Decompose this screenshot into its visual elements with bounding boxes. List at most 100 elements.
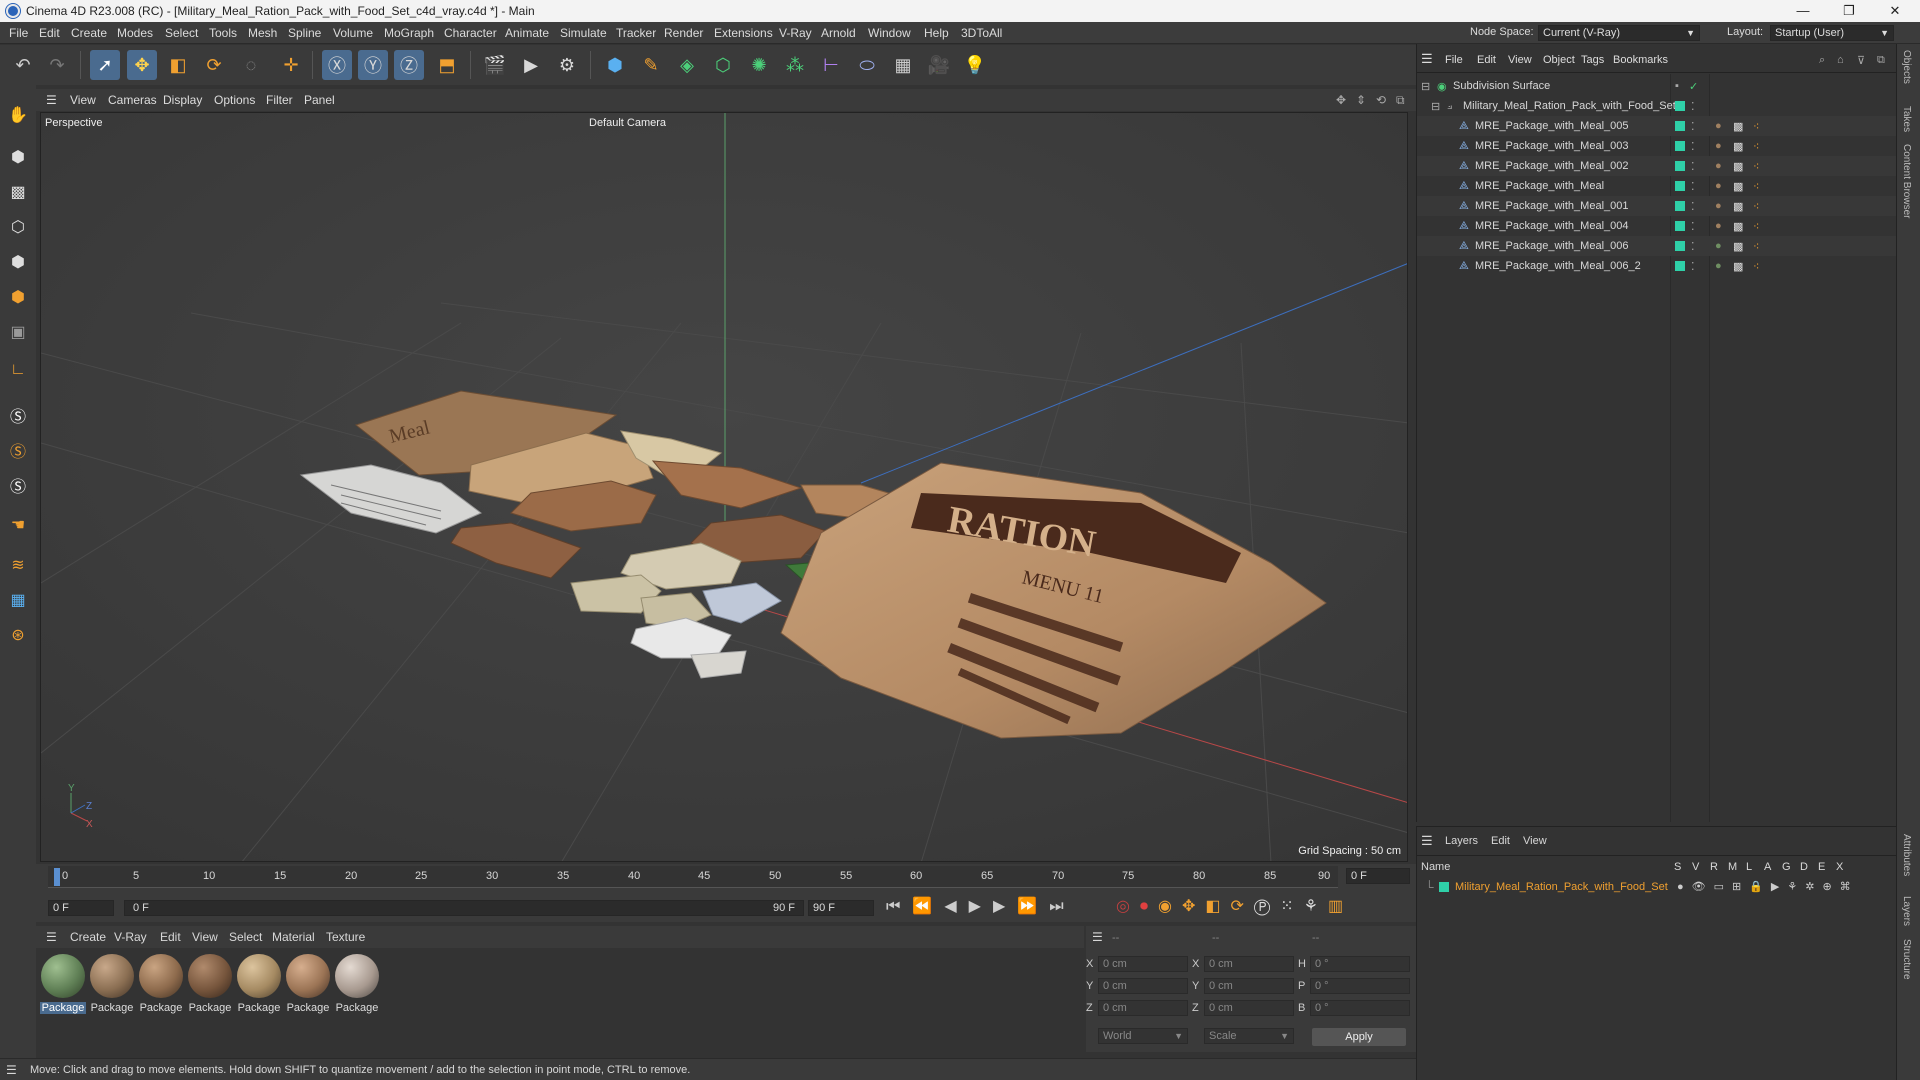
tab-content-browser[interactable]: Content Browser: [1901, 144, 1912, 218]
make-editable-icon[interactable]: ✋: [3, 100, 33, 130]
autokey-icon[interactable]: ⏺: [1140, 898, 1158, 915]
position-y-field[interactable]: 0 cm: [1098, 978, 1188, 994]
tree-item-child[interactable]: ⟁ MRE_Package_with_Meal ⁚ ● ▩ ⁖: [1417, 176, 1897, 196]
move-tool-icon[interactable]: ✥: [127, 50, 157, 80]
go-to-start-icon[interactable]: ⏮: [886, 898, 912, 915]
vray-tag-icon[interactable]: ⁖: [1753, 160, 1759, 173]
workplane-icon[interactable]: ≋: [3, 550, 33, 580]
menu-3dtoall[interactable]: 3DToAll: [961, 26, 1002, 40]
uvw-tag-icon[interactable]: ▩: [1733, 240, 1743, 253]
render-view-icon[interactable]: 🎬: [480, 50, 510, 80]
redo-icon[interactable]: ↷: [42, 50, 72, 80]
mat-menu-select[interactable]: Select: [229, 930, 262, 944]
start-frame-field[interactable]: 0 F: [48, 900, 114, 916]
tree-item-child[interactable]: ⟁ MRE_Package_with_Meal_001 ⁚ ● ▩ ⁖: [1417, 196, 1897, 216]
vray-tag-icon[interactable]: ⁖: [1753, 240, 1759, 253]
viewport-menu-view[interactable]: View: [70, 93, 96, 107]
layer-color-swatch[interactable]: [1675, 221, 1685, 231]
expand-icon[interactable]: ⊟: [1421, 80, 1430, 93]
filter-icon[interactable]: ⊽: [1857, 54, 1865, 67]
z-axis-lock-icon[interactable]: Ⓩ: [394, 50, 424, 80]
step-forward-icon[interactable]: ▶: [993, 898, 1017, 915]
hamburger-icon[interactable]: ☰: [1092, 930, 1103, 944]
visibility-dots-icon[interactable]: ⁚: [1691, 180, 1695, 193]
vray-tag-icon[interactable]: ⁖: [1753, 180, 1759, 193]
motion-system-icon[interactable]: ⚘: [1304, 898, 1328, 915]
layer-color-swatch[interactable]: [1675, 101, 1685, 111]
coordinate-space-select[interactable]: World ▼: [1098, 1028, 1188, 1044]
menu-modes[interactable]: Modes: [117, 26, 153, 40]
timeline-playhead[interactable]: [54, 868, 60, 886]
hamburger-icon[interactable]: ☰: [1421, 833, 1433, 849]
y-axis-lock-icon[interactable]: Ⓨ: [358, 50, 388, 80]
enabled-check-icon[interactable]: ✓: [1689, 80, 1698, 93]
material-swatch[interactable]: Package: [187, 954, 233, 1014]
cloner-icon[interactable]: ✺: [744, 50, 774, 80]
obj-menu-file[interactable]: File: [1445, 54, 1463, 66]
search-icon[interactable]: ⌕: [1819, 54, 1825, 67]
zoom-view-icon[interactable]: ⇕: [1356, 93, 1366, 107]
end-frame-field[interactable]: 90 F: [808, 900, 874, 916]
tab-takes[interactable]: Takes: [1901, 106, 1912, 132]
viewport-menu-filter[interactable]: Filter: [266, 93, 293, 107]
layer-color-swatch[interactable]: [1675, 161, 1685, 171]
camera-icon[interactable]: 🎥: [924, 50, 954, 80]
material-tag-icon[interactable]: ●: [1715, 220, 1722, 232]
render-settings-icon[interactable]: ⚙: [552, 50, 582, 80]
layout-select[interactable]: Startup (User) ▼: [1770, 25, 1894, 41]
hamburger-icon[interactable]: ☰: [1421, 51, 1433, 67]
frame-range-slider[interactable]: 0 F 90 F: [124, 900, 804, 916]
axis-icon[interactable]: ∟: [3, 355, 33, 385]
viewport-menu-panel[interactable]: Panel: [304, 93, 335, 107]
viewport-menu-options[interactable]: Options: [214, 93, 255, 107]
size-mode-select[interactable]: Scale ▼: [1204, 1028, 1294, 1044]
material-tag-icon[interactable]: ●: [1715, 240, 1722, 252]
position-z-field[interactable]: 0 cm: [1098, 1000, 1188, 1016]
maximize-button[interactable]: ❐: [1826, 0, 1872, 22]
mograph-icon[interactable]: ⁂: [780, 50, 810, 80]
layer-color-swatch[interactable]: [1675, 181, 1685, 191]
tree-item-subdivision[interactable]: ⊟ ◉ Subdivision Surface ▪ ✓: [1417, 76, 1897, 96]
material-tag-icon[interactable]: ●: [1715, 140, 1722, 152]
record-keys-icon[interactable]: ◎: [1116, 898, 1140, 915]
rotate-tool-icon[interactable]: ⟳: [199, 50, 229, 80]
uvw-tag-icon[interactable]: ▩: [1733, 120, 1743, 133]
material-tag-icon[interactable]: ●: [1715, 160, 1722, 172]
mat-menu-create[interactable]: Create: [70, 930, 106, 944]
size-z-field[interactable]: 0 cm: [1204, 1000, 1294, 1016]
visibility-dots-icon[interactable]: ⁚: [1691, 160, 1695, 173]
next-key-icon[interactable]: ⏩: [1017, 898, 1049, 915]
tab-structure[interactable]: Structure: [1901, 939, 1912, 980]
obj-menu-edit[interactable]: Edit: [1477, 54, 1496, 66]
default-camera-label[interactable]: Default Camera: [589, 117, 667, 129]
layer-menu-view[interactable]: View: [1523, 835, 1547, 847]
key-rotation-icon[interactable]: ⟳: [1230, 898, 1253, 915]
mat-menu-material[interactable]: Material: [272, 930, 315, 944]
live-selection-icon[interactable]: ➚: [90, 50, 120, 80]
snap-icon[interactable]: Ⓢ: [3, 400, 33, 430]
menu-mograph[interactable]: MoGraph: [384, 26, 434, 40]
layer-row[interactable]: └ Military_Meal_Ration_Pack_with_Food_Se…: [1417, 877, 1897, 897]
menu-animate[interactable]: Animate: [505, 26, 549, 40]
menu-file[interactable]: File: [9, 26, 28, 40]
tree-item-child[interactable]: ⟁ MRE_Package_with_Meal_006 ⁚ ● ▩ ⁖: [1417, 236, 1897, 256]
hamburger-icon[interactable]: ☰: [46, 930, 57, 944]
key-pla-icon[interactable]: ⁙: [1280, 898, 1303, 915]
tree-item-child[interactable]: ⟁ MRE_Package_with_Meal_002 ⁚ ● ▩ ⁖: [1417, 156, 1897, 176]
visibility-dots-icon[interactable]: ⁚: [1691, 140, 1695, 153]
solo-icon[interactable]: ⊛: [3, 620, 33, 650]
hamburger-icon[interactable]: ☰: [6, 1063, 17, 1077]
rotation-b-field[interactable]: 0 °: [1310, 1000, 1410, 1016]
timeline-ruler[interactable]: 0 5 10 15 20 25 30 35 40 45 50 55 60 65 …: [48, 866, 1338, 888]
layer-color-swatch[interactable]: [1675, 261, 1685, 271]
model-mode-icon[interactable]: ⬢: [3, 142, 33, 172]
subdivision-icon[interactable]: ◈: [672, 50, 702, 80]
visibility-dots-icon[interactable]: ⁚: [1691, 260, 1695, 273]
obj-menu-tags[interactable]: Tags: [1581, 54, 1604, 66]
step-back-icon[interactable]: ◀: [944, 898, 968, 915]
mat-menu-vray[interactable]: V-Ray: [114, 930, 147, 944]
menu-volume[interactable]: Volume: [333, 26, 373, 40]
layer-menu-edit[interactable]: Edit: [1491, 835, 1510, 847]
scale-tool-icon[interactable]: ◧: [163, 50, 193, 80]
uvw-tag-icon[interactable]: ▩: [1733, 180, 1743, 193]
